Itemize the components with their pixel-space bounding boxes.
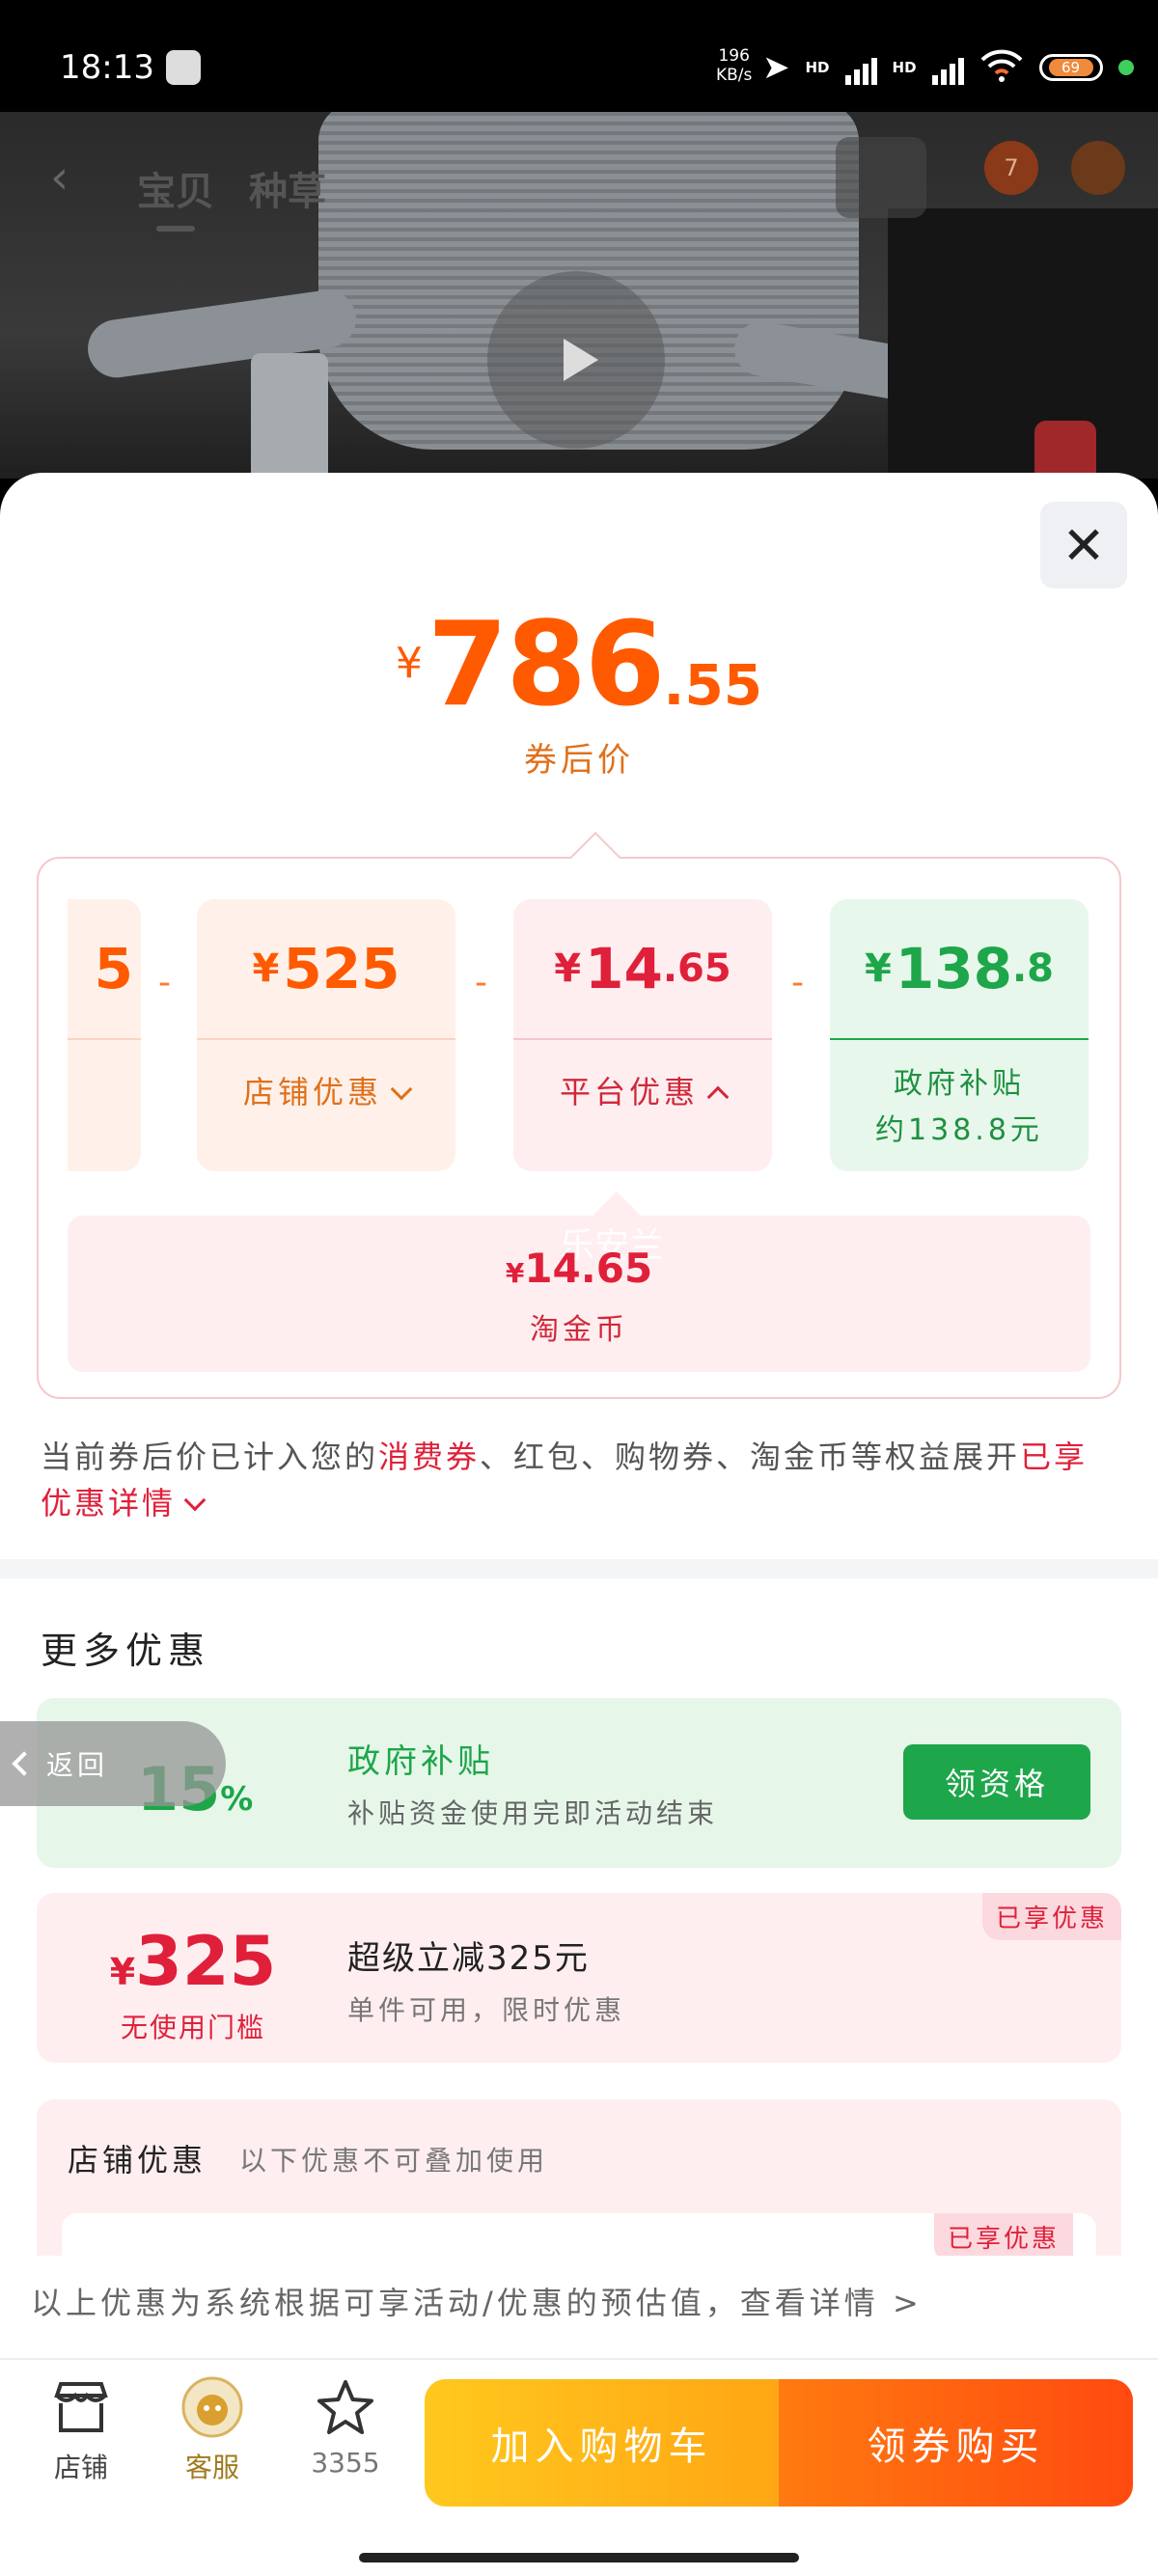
discount-detail-sheet: ✕ ¥ 786.55 券后价 5 - ¥525 店铺优惠 - ¥14.65 平台… xyxy=(0,473,1158,2576)
chevron-left-icon xyxy=(12,1751,37,1776)
cart-badge[interactable]: 7 xyxy=(984,141,1038,195)
return-button[interactable]: 返回 xyxy=(0,1721,226,1806)
status-bar: 18:13 196 KB/s ➤ HD HD 69 xyxy=(0,0,1158,112)
final-price: ¥ 786.55 xyxy=(395,598,763,732)
network-speed: 196 KB/s xyxy=(716,46,753,85)
applied-badge: 已享优惠 xyxy=(981,1893,1121,1940)
status-time: 18:13 xyxy=(60,48,154,87)
location-icon: ➤ xyxy=(762,48,790,87)
minus-sign: - xyxy=(791,963,804,1002)
more-offers-title: 更多优惠 xyxy=(41,1630,211,1672)
taojinbi-card: 乐安兰 ¥14.65 淘金币 xyxy=(68,1216,1090,1372)
favorite-nav[interactable]: 3355 xyxy=(288,2373,403,2479)
signal-icon xyxy=(844,50,877,85)
minus-sign: - xyxy=(158,963,171,1002)
wifi-icon xyxy=(979,48,1024,87)
chart-icon[interactable] xyxy=(1034,421,1096,479)
product-video-backdrop: ‹ 宝贝 种草 7 xyxy=(0,112,1158,479)
privacy-dot-icon xyxy=(1117,60,1134,75)
hd-label-1: HD xyxy=(805,59,830,76)
play-icon[interactable] xyxy=(487,271,665,449)
status-icons: ➤ HD HD 69 xyxy=(762,48,1134,87)
chevron-up-icon xyxy=(706,1085,730,1109)
customer-service-nav[interactable]: 客服 xyxy=(154,2373,270,2485)
signal-icon-2 xyxy=(931,50,964,85)
shop-discount-card[interactable]: ¥525 店铺优惠 xyxy=(197,899,455,1171)
more-icon[interactable] xyxy=(1071,141,1125,195)
service-avatar-icon xyxy=(154,2373,270,2441)
tab-seed[interactable]: 种草 xyxy=(249,160,326,216)
price-label: 券后价 xyxy=(524,741,634,780)
divider xyxy=(0,1559,1158,1578)
platform-discount-card[interactable]: ¥14.65 平台优惠 xyxy=(513,899,772,1171)
chevron-down-icon xyxy=(390,1078,413,1101)
star-icon xyxy=(288,2373,403,2441)
back-arrow-icon[interactable]: ‹ xyxy=(50,151,69,205)
tab-goods[interactable]: 宝贝 xyxy=(137,160,214,232)
buy-with-coupon-button[interactable]: 领券购买 xyxy=(779,2379,1133,2507)
applied-badge: 已享优惠 xyxy=(933,2213,1073,2261)
close-icon[interactable]: ✕ xyxy=(1040,502,1127,589)
super-discount-offer: ¥325 无使用门槛 超级立减325元 单件可用，限时优惠 已享优惠 xyxy=(37,1893,1121,2063)
purchase-buttons: 加入购物车 领券购买 xyxy=(425,2379,1133,2507)
original-price-card: 5 xyxy=(68,899,141,1171)
share-icon[interactable] xyxy=(836,137,926,218)
price-note: 当前券后价已计入您的消费券、红包、购物券、淘金币等权益展开已享优惠详情 xyxy=(41,1439,1089,1521)
hd-label-2: HD xyxy=(892,59,917,76)
claim-qualification-button[interactable]: 领资格 xyxy=(903,1744,1090,1820)
minus-sign: - xyxy=(475,963,487,1002)
chevron-down-icon[interactable] xyxy=(183,1489,207,1512)
app-notification-icon xyxy=(166,50,201,85)
bottom-action-bar: 店铺 客服 3355 加入购物车 领券购买 xyxy=(0,2358,1158,2576)
home-indicator[interactable] xyxy=(359,2553,799,2562)
price-breakdown: 5 - ¥525 店铺优惠 - ¥14.65 平台优惠 - ¥138.8 政府补… xyxy=(37,857,1121,1399)
battery-icon: 69 xyxy=(1038,54,1103,81)
gov-subsidy-card[interactable]: ¥138.8 政府补贴 约138.8元 xyxy=(830,899,1089,1171)
disclaimer-link[interactable]: 以上优惠为系统根据可享活动/优惠的预估值，查看详情 > xyxy=(0,2256,1158,2346)
store-icon xyxy=(23,2373,139,2441)
shop-nav[interactable]: 店铺 xyxy=(23,2373,139,2485)
add-to-cart-button[interactable]: 加入购物车 xyxy=(425,2379,779,2507)
